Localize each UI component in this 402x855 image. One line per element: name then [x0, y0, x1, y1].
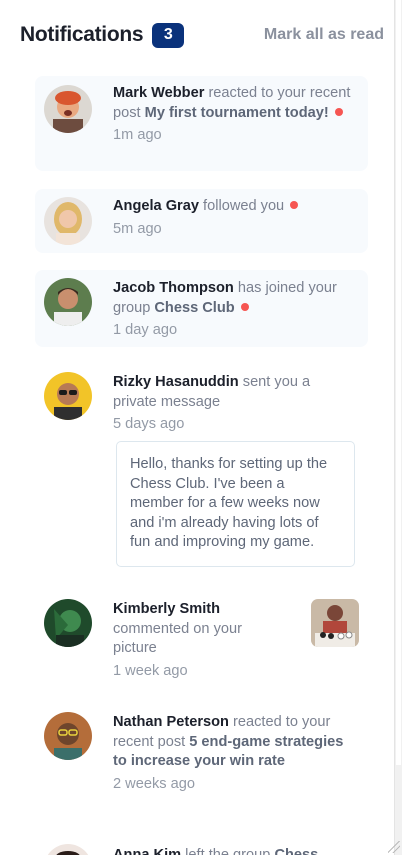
- timestamp: 5 days ago: [113, 416, 185, 432]
- user-name[interactable]: Jacob Thompson: [113, 280, 234, 296]
- notification-content: Angela Gray followed you 5m ago: [113, 197, 353, 239]
- notification-item[interactable]: Jacob Thompson has joined your group Che…: [35, 270, 368, 347]
- unread-dot: [290, 201, 299, 209]
- group-link[interactable]: Chess Club: [154, 300, 234, 316]
- resize-grip-icon[interactable]: [388, 841, 400, 853]
- avatar[interactable]: [44, 599, 92, 647]
- action-text: left the group: [185, 847, 271, 855]
- user-name[interactable]: Rizky Hasanuddin: [113, 374, 239, 390]
- header: Notifications 3 Mark all as read: [20, 20, 384, 50]
- header-title-group: Notifications 3: [20, 22, 185, 48]
- notification-item[interactable]: Kimberly Smith commented on your picture…: [35, 590, 368, 690]
- notification-content: Jacob Thompson has joined your group Che…: [113, 279, 353, 341]
- private-message[interactable]: Hello, thanks for setting up the Chess C…: [116, 441, 355, 567]
- notification-content: Nathan Peterson reacted to your recent p…: [113, 713, 353, 794]
- post-link[interactable]: My first tournament today!: [145, 105, 329, 121]
- notification-item[interactable]: Angela Gray followed you 5m ago: [35, 189, 368, 253]
- notification-item[interactable]: Nathan Peterson reacted to your recent p…: [35, 703, 368, 818]
- notification-content: Rizky Hasanuddin sent you a private mess…: [113, 373, 343, 435]
- timestamp: 1 week ago: [113, 662, 188, 679]
- user-name[interactable]: Angela Gray: [113, 198, 199, 214]
- notification-item[interactable]: Rizky Hasanuddin sent you a private mess…: [35, 364, 368, 574]
- unread-dot: [240, 302, 249, 311]
- mark-all-read-button[interactable]: Mark all as read: [264, 26, 384, 44]
- notification-item[interactable]: Anna Kim left the group Chess Club: [35, 836, 368, 855]
- timestamp: 5m ago: [113, 220, 162, 237]
- avatar[interactable]: [44, 372, 92, 420]
- unread-count-badge: 3: [152, 22, 185, 48]
- notification-item[interactable]: Mark Webber reacted to your recent post …: [35, 76, 368, 171]
- avatar[interactable]: [44, 197, 92, 245]
- unread-dot: [334, 107, 343, 116]
- user-name[interactable]: Anna Kim: [113, 847, 181, 855]
- avatar[interactable]: [44, 844, 92, 855]
- notification-content: Mark Webber reacted to your recent post …: [113, 84, 353, 146]
- commented-picture-thumbnail[interactable]: [311, 599, 359, 647]
- notification-content: Anna Kim left the group Chess Club: [113, 846, 353, 855]
- avatar[interactable]: [44, 85, 92, 133]
- action-text: commented on your picture: [113, 620, 242, 657]
- user-name[interactable]: Mark Webber: [113, 85, 204, 101]
- user-name[interactable]: Kimberly Smith: [113, 601, 220, 617]
- user-name[interactable]: Nathan Peterson: [113, 714, 229, 730]
- scrollbar[interactable]: [394, 0, 402, 855]
- page-title: Notifications: [20, 23, 144, 46]
- avatar[interactable]: [44, 278, 92, 326]
- timestamp: 2 weeks ago: [113, 775, 195, 792]
- scrollbar-thumb[interactable]: [396, 0, 401, 765]
- avatar[interactable]: [44, 712, 92, 760]
- action-text: followed you: [203, 198, 285, 214]
- timestamp: 1 day ago: [113, 322, 178, 338]
- timestamp: 1m ago: [113, 127, 162, 143]
- notification-content: Kimberly Smith commented on your picture…: [113, 600, 273, 681]
